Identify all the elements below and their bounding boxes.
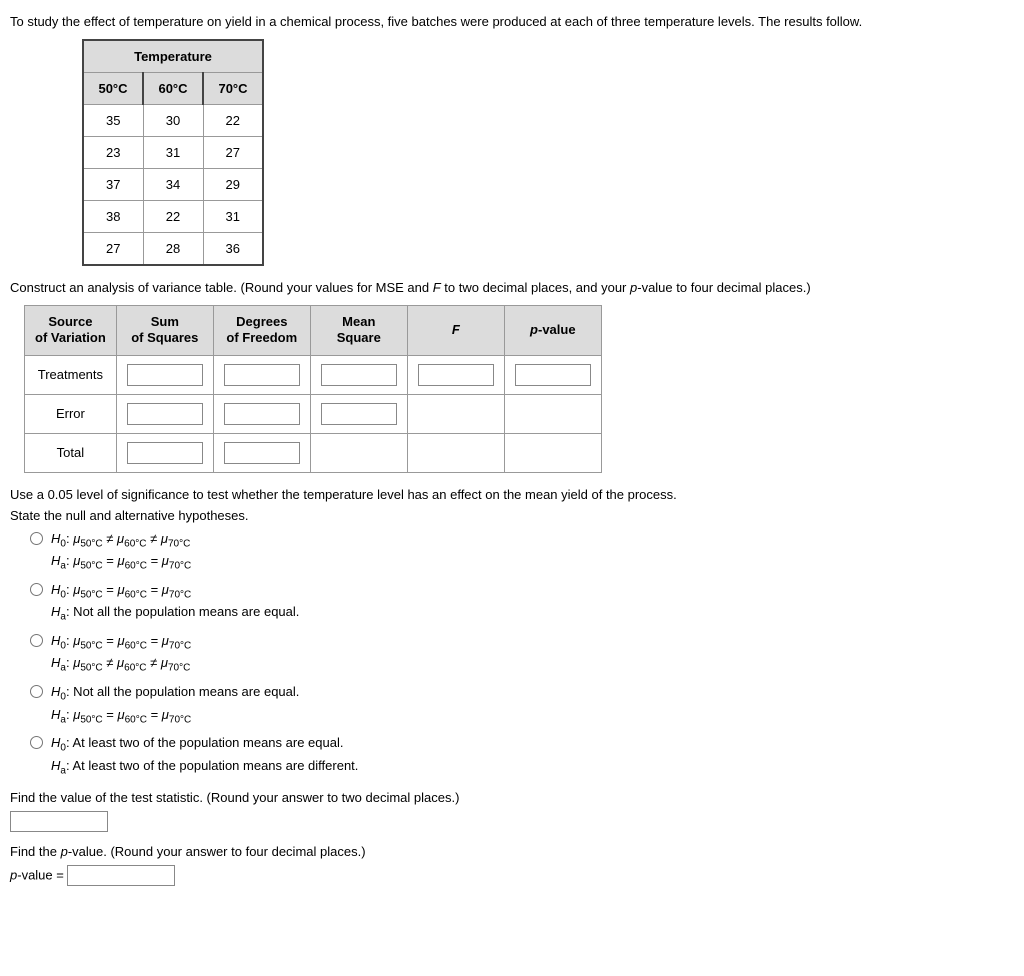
option-5-h0: H0: At least two of the population means…	[51, 733, 358, 756]
option-1-h0: H0: μ50°C ≠ μ60°C ≠ μ70°C	[51, 529, 191, 552]
option-5[interactable]: H0: At least two of the population means…	[30, 733, 1014, 778]
col-70c: 70°C	[203, 73, 263, 105]
anova-label-total: Total	[25, 433, 117, 472]
treatments-df-input[interactable]	[224, 364, 300, 386]
treatments-ss-input[interactable]	[127, 364, 203, 386]
significance-test-text: Use a 0.05 level of significance to test…	[10, 487, 1014, 502]
error-ss-input[interactable]	[127, 403, 203, 425]
anova-label-treatments: Treatments	[25, 355, 117, 394]
option-2-ha: Ha: Not all the population means are equ…	[51, 602, 299, 625]
find-pvalue-text: Find the p-value. (Round your answer to …	[10, 844, 1014, 859]
option-3-radio[interactable]	[30, 634, 43, 647]
anova-table: Sourceof Variation Sumof Squares Degrees…	[24, 305, 602, 473]
state-hypotheses-text: State the null and alternative hypothese…	[10, 508, 1014, 523]
find-test-stat-text: Find the value of the test statistic. (R…	[10, 790, 1014, 805]
anova-row-treatments: Treatments	[25, 355, 602, 394]
anova-header-p: p-value	[504, 306, 601, 356]
option-5-ha: Ha: At least two of the population means…	[51, 756, 358, 779]
error-df-input[interactable]	[224, 403, 300, 425]
option-1-ha: Ha: μ50°C = μ60°C = μ70°C	[51, 551, 191, 574]
treatments-ms-input[interactable]	[321, 364, 397, 386]
option-3-ha: Ha: μ50°C ≠ μ60°C ≠ μ70°C	[51, 653, 191, 676]
treatments-p-input[interactable]	[515, 364, 591, 386]
anova-header-df: Degreesof Freedom	[213, 306, 310, 356]
table-row: 27 28 36	[83, 233, 263, 266]
table-row: 35 30 22	[83, 105, 263, 137]
option-4-radio[interactable]	[30, 685, 43, 698]
option-3[interactable]: H0: μ50°C = μ60°C = μ70°C Ha: μ50°C ≠ μ6…	[30, 631, 1014, 676]
hypothesis-options: H0: μ50°C ≠ μ60°C ≠ μ70°C Ha: μ50°C = μ6…	[30, 529, 1014, 779]
table-row: 23 31 27	[83, 137, 263, 169]
test-statistic-input[interactable]	[10, 811, 108, 832]
error-ms-input[interactable]	[321, 403, 397, 425]
pvalue-input[interactable]	[67, 865, 175, 886]
anova-label-error: Error	[25, 394, 117, 433]
total-df-input[interactable]	[224, 442, 300, 464]
anova-row-error: Error	[25, 394, 602, 433]
intro-text: To study the effect of temperature on yi…	[10, 14, 1014, 29]
option-4-ha: Ha: μ50°C = μ60°C = μ70°C	[51, 705, 299, 728]
anova-row-total: Total	[25, 433, 602, 472]
anova-header-ss: Sumof Squares	[116, 306, 213, 356]
col-50c: 50°C	[83, 73, 143, 105]
option-2[interactable]: H0: μ50°C = μ60°C = μ70°C Ha: Not all th…	[30, 580, 1014, 625]
option-5-radio[interactable]	[30, 736, 43, 749]
option-4-h0: H0: Not all the population means are equ…	[51, 682, 299, 705]
treatments-f-input[interactable]	[418, 364, 494, 386]
option-2-h0: H0: μ50°C = μ60°C = μ70°C	[51, 580, 299, 603]
table-row: 38 22 31	[83, 201, 263, 233]
option-3-h0: H0: μ50°C = μ60°C = μ70°C	[51, 631, 191, 654]
pvalue-label: p-value =	[10, 868, 67, 883]
anova-header-ms: MeanSquare	[310, 306, 407, 356]
temperature-table: Temperature 50°C 60°C 70°C 35 30 22 23 3…	[82, 39, 264, 266]
option-1-radio[interactable]	[30, 532, 43, 545]
total-ss-input[interactable]	[127, 442, 203, 464]
col-60c: 60°C	[143, 73, 203, 105]
anova-instructions: Construct an analysis of variance table.…	[10, 280, 1014, 295]
table-row: 37 34 29	[83, 169, 263, 201]
option-1[interactable]: H0: μ50°C ≠ μ60°C ≠ μ70°C Ha: μ50°C = μ6…	[30, 529, 1014, 574]
option-4[interactable]: H0: Not all the population means are equ…	[30, 682, 1014, 727]
option-2-radio[interactable]	[30, 583, 43, 596]
anova-header-f: F	[407, 306, 504, 356]
anova-header-source: Sourceof Variation	[25, 306, 117, 356]
temp-group-header: Temperature	[83, 40, 263, 73]
pvalue-row: p-value =	[10, 865, 1014, 886]
